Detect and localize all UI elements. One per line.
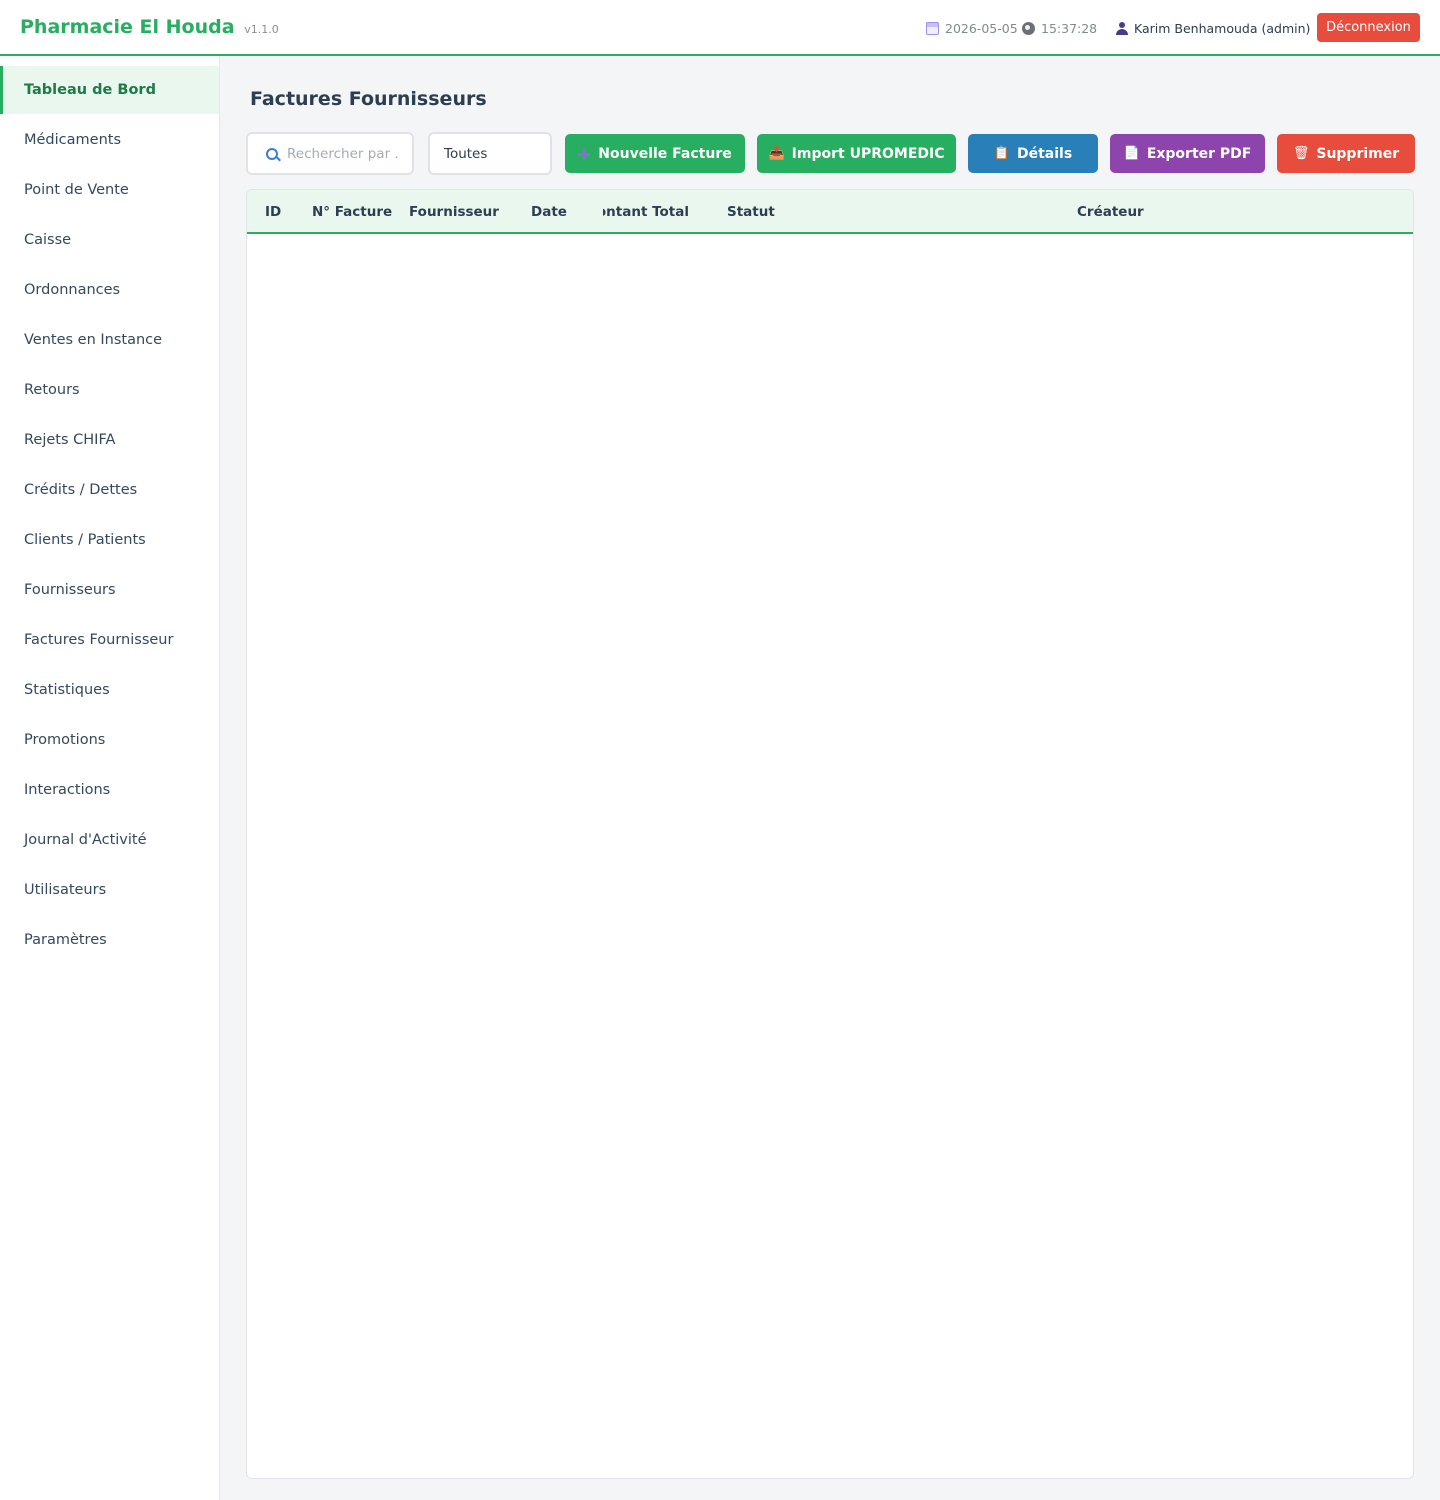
import-upromedic-button[interactable]: 📥 Import UPROMEDIC: [757, 134, 956, 173]
sidebar-item-clients-patients[interactable]: Clients / Patients: [0, 516, 219, 564]
page-title: Factures Fournisseurs: [250, 88, 487, 110]
clock-icon: [1022, 22, 1035, 35]
column-header-creator[interactable]: Créateur: [1077, 204, 1144, 220]
table-header: ID N° Facture Fournisseur Date Montant T…: [247, 190, 1413, 234]
sidebar-item-fournisseurs[interactable]: Fournisseurs: [0, 566, 219, 614]
sidebar-item-medicaments[interactable]: Médicaments: [0, 116, 219, 164]
sidebar-item-tableau-de-bord[interactable]: Tableau de Bord: [0, 66, 219, 114]
sidebar-item-journal-activite[interactable]: Journal d'Activité: [0, 816, 219, 864]
column-header-date[interactable]: Date: [531, 204, 567, 220]
sidebar-item-point-de-vente[interactable]: Point de Vente: [0, 166, 219, 214]
user-icon: [1116, 22, 1128, 35]
column-header-supplier[interactable]: Fournisseur: [409, 204, 499, 220]
export-pdf-button[interactable]: 📄 Exporter PDF: [1110, 134, 1265, 173]
details-button[interactable]: 📋 Détails: [968, 134, 1098, 173]
app-brand: Pharmacie El Houda v1.1.0: [20, 16, 279, 38]
column-header-total-amount[interactable]: Montant Total: [603, 204, 689, 220]
top-bar: Pharmacie El Houda v1.1.0 2026-05-05 15:…: [0, 0, 1440, 56]
invoices-table: ID N° Facture Fournisseur Date Montant T…: [246, 189, 1414, 1479]
sidebar-item-parametres[interactable]: Paramètres: [0, 916, 219, 964]
export-pdf-label: Exporter PDF: [1146, 145, 1252, 162]
app-version: v1.1.0: [244, 23, 279, 36]
date-text: 2026-05-05: [945, 21, 1018, 36]
column-header-status[interactable]: Statut: [727, 204, 775, 220]
inbox-icon: 📥: [768, 146, 785, 161]
sidebar-item-interactions[interactable]: Interactions: [0, 766, 219, 814]
import-label: Import UPROMEDIC: [791, 145, 945, 162]
document-icon: 📄: [1123, 146, 1140, 161]
search-icon: [266, 147, 278, 160]
delete-label: Supprimer: [1316, 145, 1400, 162]
column-header-invoice-number[interactable]: N° Facture: [312, 204, 392, 220]
app-name: Pharmacie El Houda: [20, 16, 235, 38]
sidebar-item-utilisateurs[interactable]: Utilisateurs: [0, 866, 219, 914]
current-user: Karim Benhamouda (admin): [1116, 21, 1310, 36]
details-label: Détails: [1017, 145, 1073, 162]
clipboard-icon: 📋: [993, 146, 1010, 161]
sidebar-item-statistiques[interactable]: Statistiques: [0, 666, 219, 714]
plus-icon: [578, 147, 591, 160]
new-invoice-button[interactable]: Nouvelle Facture: [565, 134, 745, 173]
search-box[interactable]: [246, 132, 414, 175]
sidebar-item-promotions[interactable]: Promotions: [0, 716, 219, 764]
sidebar-item-retours[interactable]: Retours: [0, 366, 219, 414]
sidebar-item-ordonnances[interactable]: Ordonnances: [0, 266, 219, 314]
status-filter-value: Toutes: [444, 145, 488, 162]
new-invoice-label: Nouvelle Facture: [598, 145, 732, 162]
column-header-id[interactable]: ID: [265, 204, 281, 220]
search-input[interactable]: [287, 145, 399, 162]
sidebar-item-rejets-chifa[interactable]: Rejets CHIFA: [0, 416, 219, 464]
trash-icon: 🗑: [1292, 146, 1310, 161]
logout-button[interactable]: Déconnexion: [1317, 13, 1420, 42]
sidebar-item-credits-dettes[interactable]: Crédits / Dettes: [0, 466, 219, 514]
user-text: Karim Benhamouda (admin): [1134, 21, 1311, 36]
sidebar-item-caisse[interactable]: Caisse: [0, 216, 219, 264]
current-time: 15:37:28: [1022, 21, 1097, 36]
sidebar-item-ventes-en-instance[interactable]: Ventes en Instance: [0, 316, 219, 364]
calendar-icon: [926, 22, 939, 35]
delete-button[interactable]: 🗑 Supprimer: [1277, 134, 1415, 173]
current-date: 2026-05-05: [926, 21, 1018, 36]
sidebar-item-factures-fournisseur[interactable]: Factures Fournisseur: [0, 616, 219, 664]
time-text: 15:37:28: [1041, 21, 1098, 36]
sidebar: Tableau de Bord Médicaments Point de Ven…: [0, 56, 220, 1500]
status-filter-select[interactable]: Toutes: [428, 132, 552, 175]
